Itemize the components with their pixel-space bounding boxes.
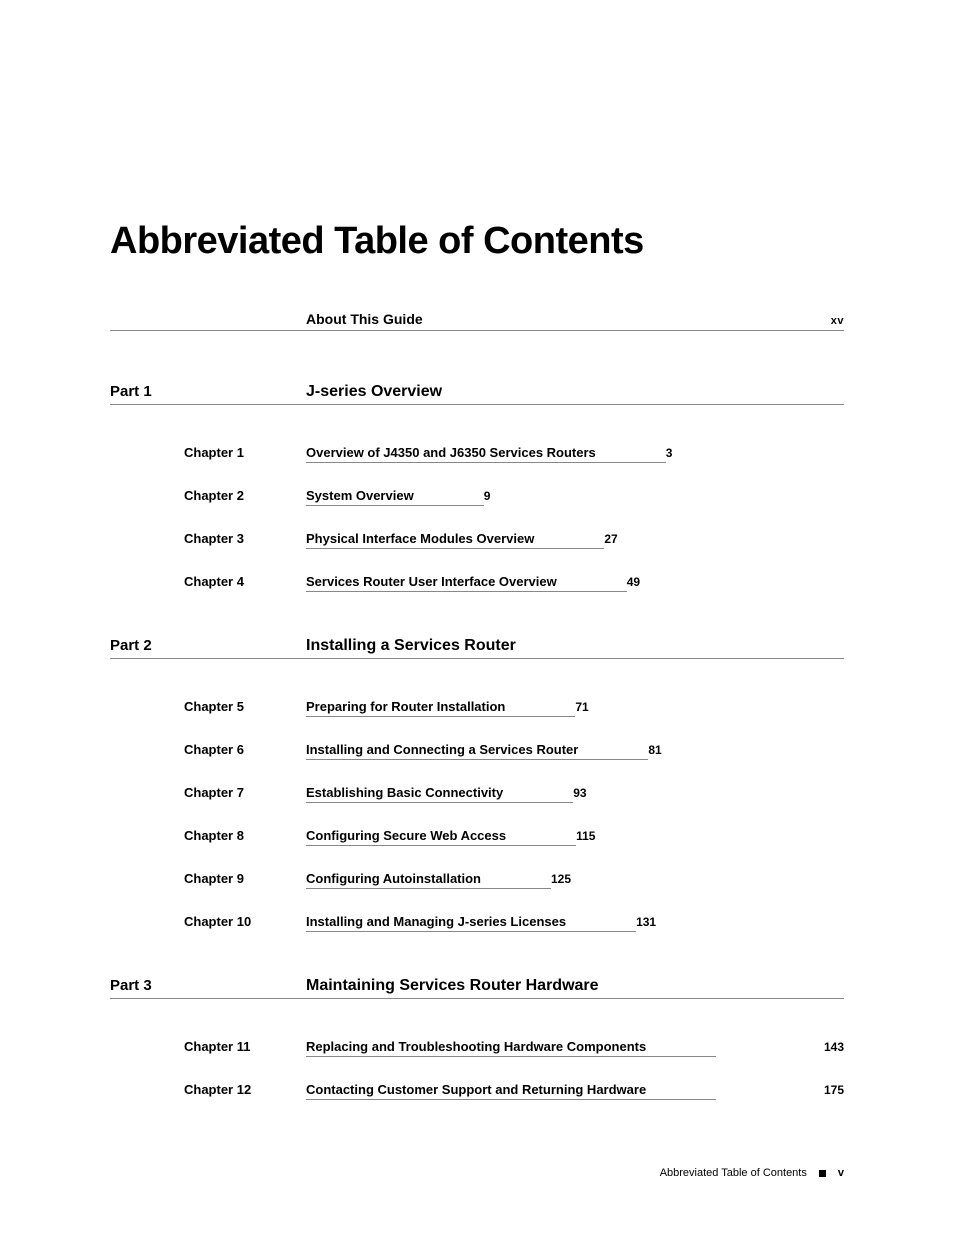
chapter-title: Establishing Basic Connectivity [306, 785, 503, 800]
page-footer: Abbreviated Table of Contents v [660, 1167, 844, 1179]
part-row: Part 1J-series Overview [110, 383, 844, 405]
part-row: Part 3Maintaining Services Router Hardwa… [110, 977, 844, 999]
chapter-label: Chapter 9 [184, 871, 306, 886]
chapter-label: Chapter 4 [184, 574, 306, 589]
chapter-row: Chapter 11Replacing and Troubleshooting … [184, 1039, 844, 1054]
chapter-title: Installing and Managing J-series License… [306, 914, 566, 929]
page-title: Abbreviated Table of Contents [110, 220, 844, 263]
part-row: Part 2Installing a Services Router [110, 637, 844, 659]
chapter-row: Chapter 8Configuring Secure Web Access 11… [184, 828, 844, 843]
part-label: Part 2 [110, 637, 306, 654]
part-label: Part 3 [110, 977, 306, 994]
toc-top-entry: About This Guide xv [110, 311, 844, 331]
chapter-label: Chapter 3 [184, 531, 306, 546]
chapter-title: Services Router User Interface Overview [306, 574, 557, 589]
chapter-label: Chapter 8 [184, 828, 306, 843]
chapter-label: Chapter 5 [184, 699, 306, 714]
chapter-page: 125 [551, 872, 571, 886]
chapter-label: Chapter 12 [184, 1082, 306, 1097]
chapter-label: Chapter 7 [184, 785, 306, 800]
chapter-page: 115 [576, 829, 595, 843]
chapter-row: Chapter 3Physical Interface Modules Over… [184, 531, 844, 546]
chapter-label: Chapter 10 [184, 914, 306, 929]
about-guide-page: xv [831, 315, 844, 327]
part-title: Maintaining Services Router Hardware [306, 977, 599, 995]
chapter-title: Contacting Customer Support and Returnin… [306, 1082, 646, 1097]
part-title: Installing a Services Router [306, 637, 516, 655]
chapter-title: Configuring Secure Web Access [306, 828, 506, 843]
chapter-page: 175 [824, 1083, 844, 1097]
chapter-title: Overview of J4350 and J6350 Services Rou… [306, 445, 596, 460]
chapter-title: Configuring Autoinstallation [306, 871, 481, 886]
about-guide-label: About This Guide [306, 311, 423, 327]
chapter-page: 81 [648, 743, 661, 757]
chapter-page: 143 [824, 1040, 844, 1054]
chapter-row: Chapter 10Installing and Managing J-seri… [184, 914, 844, 929]
chapter-title: System Overview [306, 488, 414, 503]
chapter-row: Chapter 1Overview of J4350 and J6350 Ser… [184, 445, 844, 460]
chapter-page: 3 [666, 446, 673, 460]
footer-text: Abbreviated Table of Contents [660, 1167, 807, 1179]
part-label: Part 1 [110, 383, 306, 400]
chapter-page: 9 [484, 489, 491, 503]
chapter-row: Chapter 6Installing and Connecting a Ser… [184, 742, 844, 757]
chapter-row: Chapter 5Preparing for Router Installati… [184, 699, 844, 714]
chapter-label: Chapter 6 [184, 742, 306, 757]
chapter-title: Preparing for Router Installation [306, 699, 505, 714]
chapter-page: 71 [575, 700, 588, 714]
chapter-page: 49 [627, 575, 640, 589]
footer-square-icon [819, 1170, 826, 1177]
table-of-contents: About This Guide xv Part 1J-series Overv… [110, 311, 844, 1145]
chapter-page: 27 [604, 532, 617, 546]
chapter-title: Installing and Connecting a Services Rou… [306, 742, 578, 757]
chapter-page: 131 [636, 915, 656, 929]
chapter-page: 93 [573, 786, 586, 800]
chapter-row: Chapter 7Establishing Basic Connectivity… [184, 785, 844, 800]
chapter-row: Chapter 9Configuring Autoinstallation 125 [184, 871, 844, 886]
chapter-label: Chapter 11 [184, 1039, 306, 1054]
chapter-row: Chapter 12Contacting Customer Support an… [184, 1082, 844, 1097]
chapter-title: Replacing and Troubleshooting Hardware C… [306, 1039, 646, 1054]
chapter-row: Chapter 4Services Router User Interface … [184, 574, 844, 589]
chapter-label: Chapter 2 [184, 488, 306, 503]
chapter-label: Chapter 1 [184, 445, 306, 460]
footer-page-number: v [838, 1167, 844, 1179]
chapter-row: Chapter 2System Overview 9 [184, 488, 844, 503]
part-title: J-series Overview [306, 383, 442, 401]
chapter-title: Physical Interface Modules Overview [306, 531, 534, 546]
